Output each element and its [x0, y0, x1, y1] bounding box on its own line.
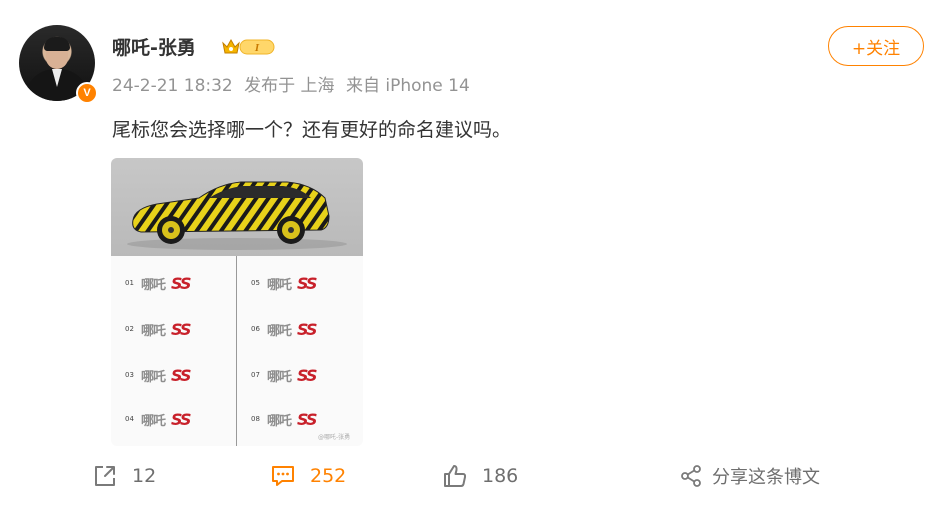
option-number: 05 — [251, 279, 260, 287]
option-cell: 06 哪吒 SS — [237, 306, 362, 352]
option-mark: SS — [297, 319, 318, 339]
post-timestamp[interactable]: 24-2-21 18:32 — [112, 76, 233, 96]
repost-count: 12 — [132, 465, 157, 487]
post-image[interactable]: 01 哪吒 SS 02 哪吒 SS 03 哪吒 SS 04 哪吒 SS 05 哪… — [111, 158, 363, 446]
post-location: 发布于 上海 — [244, 76, 335, 96]
svg-text:I: I — [254, 42, 260, 54]
option-mark: SS — [171, 409, 192, 429]
share-button[interactable]: 分享这条博文 — [680, 456, 820, 496]
option-brand: 哪吒 — [141, 413, 166, 429]
option-brand: 哪吒 — [267, 323, 292, 339]
level-badge-icon[interactable]: I — [220, 37, 276, 57]
option-brand: 哪吒 — [141, 369, 166, 385]
option-cell: 02 哪吒 SS — [111, 306, 236, 352]
post-text: 尾标您会选择哪一个？还有更好的命名建议吗。 — [112, 119, 512, 141]
share-label: 分享这条博文 — [712, 467, 820, 488]
username[interactable]: 哪吒-张勇 — [112, 33, 196, 60]
follow-label: +关注 — [851, 38, 901, 59]
option-cell: 03 哪吒 SS — [111, 352, 236, 398]
option-brand: 哪吒 — [141, 323, 166, 339]
option-number: 08 — [251, 415, 260, 423]
option-cell: 07 哪吒 SS — [237, 352, 362, 398]
option-number: 06 — [251, 325, 260, 333]
post-meta: 24-2-21 18:32 发布于 上海 来自 iPhone 14 — [112, 71, 476, 96]
car-illustration — [127, 181, 347, 250]
option-cell: 04 哪吒 SS — [111, 396, 236, 442]
option-number: 04 — [125, 415, 134, 423]
option-number: 07 — [251, 371, 260, 379]
option-brand: 哪吒 — [141, 277, 166, 293]
follow-button[interactable]: +关注 — [828, 26, 924, 66]
option-mark: SS — [171, 365, 192, 385]
like-button[interactable]: 186 — [442, 456, 518, 496]
option-brand: 哪吒 — [267, 413, 292, 429]
option-brand: 哪吒 — [267, 277, 292, 293]
option-mark: SS — [297, 365, 318, 385]
repost-button[interactable]: 12 — [92, 456, 156, 496]
car-render — [111, 158, 363, 256]
share-icon — [681, 465, 701, 487]
repost-icon — [95, 466, 115, 486]
option-number: 02 — [125, 325, 134, 333]
post-source: 来自 iPhone 14 — [345, 76, 470, 96]
option-cell: 01 哪吒 SS — [111, 260, 236, 306]
option-cell: 05 哪吒 SS — [237, 260, 362, 306]
option-mark: SS — [297, 273, 318, 293]
option-number: 01 — [125, 279, 134, 287]
comment-icon — [272, 466, 294, 486]
comment-button[interactable]: 252 — [270, 456, 346, 496]
option-brand: 哪吒 — [267, 369, 292, 385]
option-number: 03 — [125, 371, 134, 379]
tailmark-options-grid: 01 哪吒 SS 02 哪吒 SS 03 哪吒 SS 04 哪吒 SS 05 哪… — [111, 256, 363, 446]
like-count: 186 — [482, 465, 519, 487]
option-mark: SS — [297, 409, 318, 429]
option-mark: SS — [171, 319, 192, 339]
image-watermark: @哪吒-张勇 — [318, 434, 351, 441]
thumbs-up-icon — [444, 465, 467, 487]
avatar-hair — [44, 37, 70, 51]
verified-badge-icon: V — [76, 82, 98, 104]
comment-count: 252 — [310, 465, 347, 487]
option-mark: SS — [171, 273, 192, 293]
action-bar: 12 252 186 分享这条博文 — [0, 456, 934, 496]
